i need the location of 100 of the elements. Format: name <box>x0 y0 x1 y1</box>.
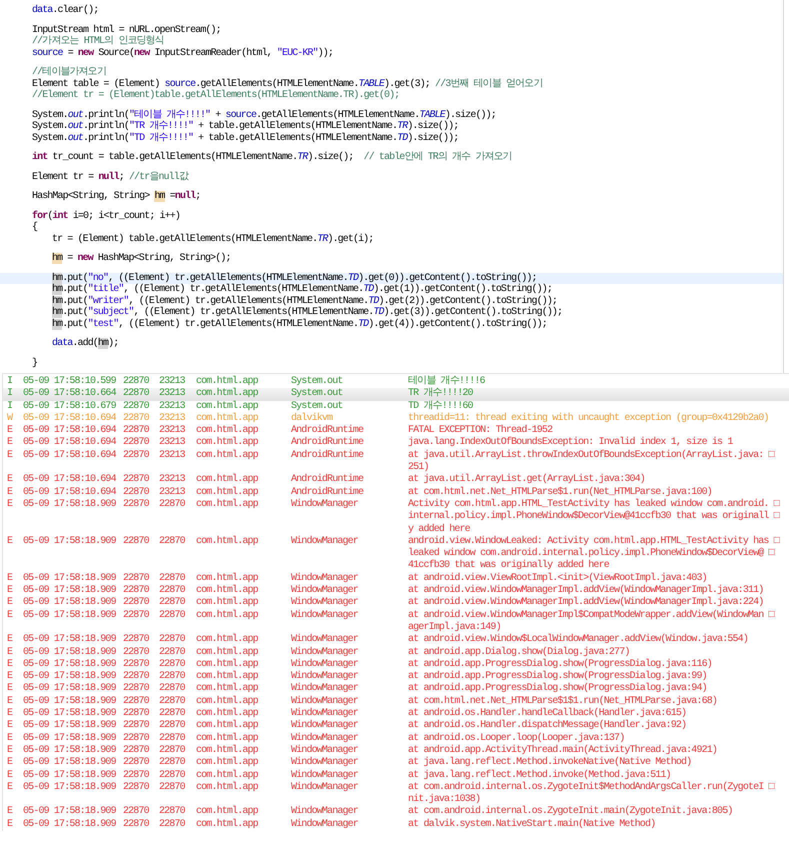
log-message: at android.os.Handler.dispatchMessage(Handler.java:92) <box>408 720 686 732</box>
log-tid: 22870 <box>159 770 186 782</box>
log-message: at java.lang.reflect.Method.invokeNative(Native Method) <box>408 757 692 770</box>
log-tid: 22870 <box>159 634 186 647</box>
log-row[interactable]: E 05-09 17:58:18.909 22870 22870 com.html.app WindowManager at android.app.Dialog.show(Dialog.java:277) <box>3 646 789 659</box>
log-pid: 22870 <box>123 388 150 401</box>
log-time: 05-09 17:58:18.909 <box>23 818 117 831</box>
log-row[interactable]: E 05-09 17:58:18.909 22870 22870 com.html.app WindowManager at android.view.WindowManagerImpl.addView(WindowManagerImpl.java:224) <box>3 597 789 610</box>
log-row[interactable]: E 05-09 17:58:18.909 22870 22870 com.html.app WindowManager at android.app.ProgressDialog.show(ProgressDialog.java:94) <box>3 683 789 696</box>
log-message: at android.app.ActivityThread.main(ActivityThread.java:4921) <box>408 744 718 756</box>
log-level: E <box>6 437 14 450</box>
log-row[interactable]: E 05-09 17:58:18.909 22870 22870 com.html.app WindowManager at android.os.Handler.handleCallback(Handler.java:615) <box>3 708 789 720</box>
log-application: com.html.app <box>196 696 259 708</box>
log-level: E <box>6 744 14 757</box>
log-row[interactable]: E 05-09 17:58:18.909 22870 22870 com.html.app WindowManager at android.os.Handler.dispatchMessage(Handler.java:92) <box>3 720 789 733</box>
log-time: 05-09 17:58:18.909 <box>23 720 117 733</box>
log-row[interactable]: E 05-09 17:58:18.909 22870 22870 com.html.app WindowManager at android.app.ActivityThread.main(ActivityThread.java:4921) <box>3 744 789 758</box>
log-row[interactable]: E 05-09 17:58:10.694 22870 23213 com.html.app AndroidRuntime at java.util.ArrayList.throwIndexOutOfBoundsException(ArrayList.java: □ 251) <box>3 450 789 474</box>
log-tid: 23213 <box>159 437 186 450</box>
log-row[interactable]: E 05-09 17:58:18.909 22870 22870 com.html.app WindowManager at android.view.WindowManagerImpl$CompatModeWrapper.addView(WindowMan □ agerImpl.java:149) <box>3 610 789 634</box>
log-pid: 22870 <box>123 437 150 450</box>
log-message: at android.app.ProgressDialog.show(ProgressDialog.java:99) <box>408 671 707 682</box>
log-time: 05-09 17:58:18.909 <box>23 646 117 659</box>
log-tag: WindowManager <box>291 720 408 733</box>
log-row[interactable]: E 05-09 17:58:18.909 22870 22870 com.html.app WindowManager at android.os.Looper.loop(Looper.java:137) <box>3 732 789 745</box>
log-application: com.html.app <box>196 683 259 696</box>
log-time: 05-09 17:58:18.909 <box>23 671 117 683</box>
log-application: com.html.app <box>196 437 259 450</box>
log-row[interactable]: E 05-09 17:58:18.909 22870 22870 com.html.app WindowManager at android.app.ProgressDialog.show(ProgressDialog.java:116) <box>3 658 789 672</box>
log-row[interactable]: I 05-09 17:58:10.599 22870 23213 com.html.app System.out 테이블 개수!!!!6 <box>3 376 789 388</box>
log-tid: 22870 <box>159 782 186 795</box>
log-pid: 22870 <box>123 412 150 425</box>
log-pid: 22870 <box>123 806 150 819</box>
log-pid: 22870 <box>123 572 150 585</box>
log-row[interactable]: E 05-09 17:58:10.694 22870 23213 com.html.app AndroidRuntime java.lang.IndexOutOfBoundsException: Invalid index 1, size is 1 <box>3 437 789 450</box>
code-editor[interactable] <box>0 0 784 373</box>
log-application: com.html.app <box>196 770 259 782</box>
log-tag: System.out <box>291 376 408 388</box>
code-line: HashMap<String, String> hm =null; <box>31 191 202 202</box>
log-row[interactable]: E 05-09 17:58:18.909 22870 22870 com.html.app WindowManager at android.view.WindowManagerImpl.addView(WindowManagerImpl.java:311) <box>3 585 789 598</box>
log-row[interactable]: E 05-09 17:58:18.909 22870 22870 com.html.app WindowManager at com.html.net.Net_HTMLParse$1$1.run(Net_HTMLParse.java:68) <box>3 696 789 708</box>
log-tag: AndroidRuntime <box>291 425 408 438</box>
code-line: hm.put("writer", ((Element) tr.getAllElements(HTMLElementName.TD).get(2)).getContent().toString()); <box>51 296 558 306</box>
log-tid: 22870 <box>159 646 186 659</box>
code-line: //테이블가져오기 <box>31 67 107 78</box>
log-pid: 22870 <box>123 597 150 610</box>
log-row[interactable]: E 05-09 17:58:10.694 22870 23213 com.html.app AndroidRuntime at com.html.net.Net_HTMLParse$1.run(Net_HTMLParse.java:100) <box>3 486 789 499</box>
log-application: com.html.app <box>196 658 259 670</box>
log-row[interactable]: E 05-09 17:58:10.694 22870 23213 com.html.app AndroidRuntime FATAL EXCEPTION: Thread-1952 <box>3 425 789 438</box>
log-tag: WindowManager <box>291 597 408 610</box>
log-row[interactable]: E 05-09 17:58:18.909 22870 22870 com.html.app WindowManager at android.app.ProgressDialog.show(ProgressDialog.java:99) <box>3 671 789 684</box>
log-message: at android.view.WindowManagerImpl$CompatModeWrapper.addView(WindowMan □ agerImpl.java:149) <box>408 610 774 634</box>
log-tid: 22870 <box>159 806 186 819</box>
log-application: com.html.app <box>196 757 259 770</box>
log-tag: WindowManager <box>291 610 408 634</box>
log-tag: System.out <box>291 388 408 401</box>
log-pid: 22870 <box>123 658 150 671</box>
log-pid: 22870 <box>123 400 150 413</box>
log-pid: 22870 <box>123 744 150 757</box>
log-pid: 22870 <box>123 818 150 831</box>
log-row[interactable]: W 05-09 17:58:10.694 22870 23213 com.html.app dalvikvm threadid=11: thread exiting with uncaught exception (group=0x4129b2a0) <box>3 412 789 426</box>
log-tid: 23213 <box>159 425 186 437</box>
log-level: E <box>6 806 14 819</box>
log-time: 05-09 17:58:10.694 <box>23 425 118 437</box>
code-line: //가져오는 HTML의 인코딩형식 <box>31 36 165 48</box>
log-time: 05-09 17:58:10.664 <box>23 388 118 401</box>
log-row[interactable]: E 05-09 17:58:18.909 22870 22870 com.html.app WindowManager at java.lang.reflect.Method.invoke(Method.java:511) <box>3 770 789 782</box>
log-application: com.html.app <box>196 597 259 610</box>
log-application: com.html.app <box>196 634 259 646</box>
log-message: at android.view.WindowManagerImpl.addView(WindowManagerImpl.java:224) <box>408 597 764 610</box>
log-row[interactable]: E 05-09 17:58:18.909 22870 22870 com.html.app WindowManager at dalvik.system.NativeStart.main(Native Method) <box>3 818 789 831</box>
log-row[interactable]: E 05-09 17:58:18.909 22870 22870 com.html.app WindowManager at com.android.internal.os.ZygoteInit$MethodAndArgsCaller.run(ZygoteI □ nit.java:1038) <box>3 782 789 806</box>
log-level: E <box>6 646 14 659</box>
log-tag: WindowManager <box>291 744 408 758</box>
log-message: TD 개수!!!!60 <box>408 400 473 412</box>
log-time: 05-09 17:58:10.694 <box>23 486 118 499</box>
log-row[interactable]: E 05-09 17:58:18.909 22870 22870 com.html.app WindowManager at com.android.internal.os.ZygoteInit.main(ZygoteInit.java:805) <box>3 806 789 819</box>
log-row[interactable]: E 05-09 17:58:18.909 22870 22870 com.html.app WindowManager at android.view.Window$LocalWindowManager.addView(Window.java:554) <box>3 634 789 647</box>
log-row[interactable]: E 05-09 17:58:18.909 22870 22870 com.html.app WindowManager at android.view.ViewRootImpl.<init>(ViewRootImpl.java:403) <box>3 572 789 586</box>
log-time: 05-09 17:58:18.909 <box>23 585 117 597</box>
log-tid: 23213 <box>159 486 186 499</box>
log-row[interactable]: E 05-09 17:58:10.694 22870 23213 com.html.app AndroidRuntime at java.util.ArrayList.get(ArrayList.java:304) <box>3 474 789 487</box>
log-pid: 22870 <box>123 671 150 683</box>
log-pid: 22870 <box>123 450 150 463</box>
log-pid: 22870 <box>123 708 150 720</box>
code-line: //Element tr = (Element)table.getAllElements(HTMLElementName.TR).get(0); <box>31 90 400 102</box>
log-application: com.html.app <box>196 585 259 596</box>
log-tag: WindowManager <box>291 671 408 684</box>
log-application: com.html.app <box>196 388 259 400</box>
log-pid: 22870 <box>123 425 150 437</box>
log-pid: 22870 <box>123 610 150 623</box>
log-row[interactable]: E 05-09 17:58:18.909 22870 22870 com.html.app WindowManager at java.lang.reflect.Method.invokeNative(Native Method) <box>3 757 789 770</box>
log-row[interactable]: I 05-09 17:58:10.679 22870 23213 com.html.app System.out TD 개수!!!!60 <box>3 400 789 413</box>
log-message: java.lang.IndexOutOfBoundsException: Invalid index 1, size is 1 <box>408 437 733 450</box>
code-line: System.out.println("테이블 개수!!!!" + source.getAllElements(HTMLElementName.TABLE).size()); <box>31 110 497 120</box>
log-level: E <box>6 585 14 597</box>
log-time: 05-09 17:58:18.909 <box>23 744 117 757</box>
log-message: at java.lang.reflect.Method.invoke(Method.java:511) <box>408 770 671 782</box>
log-level: E <box>6 498 14 512</box>
log-row[interactable]: I 05-09 17:58:10.664 22870 23213 com.html.app System.out TR 개수!!!!20 <box>3 388 789 401</box>
